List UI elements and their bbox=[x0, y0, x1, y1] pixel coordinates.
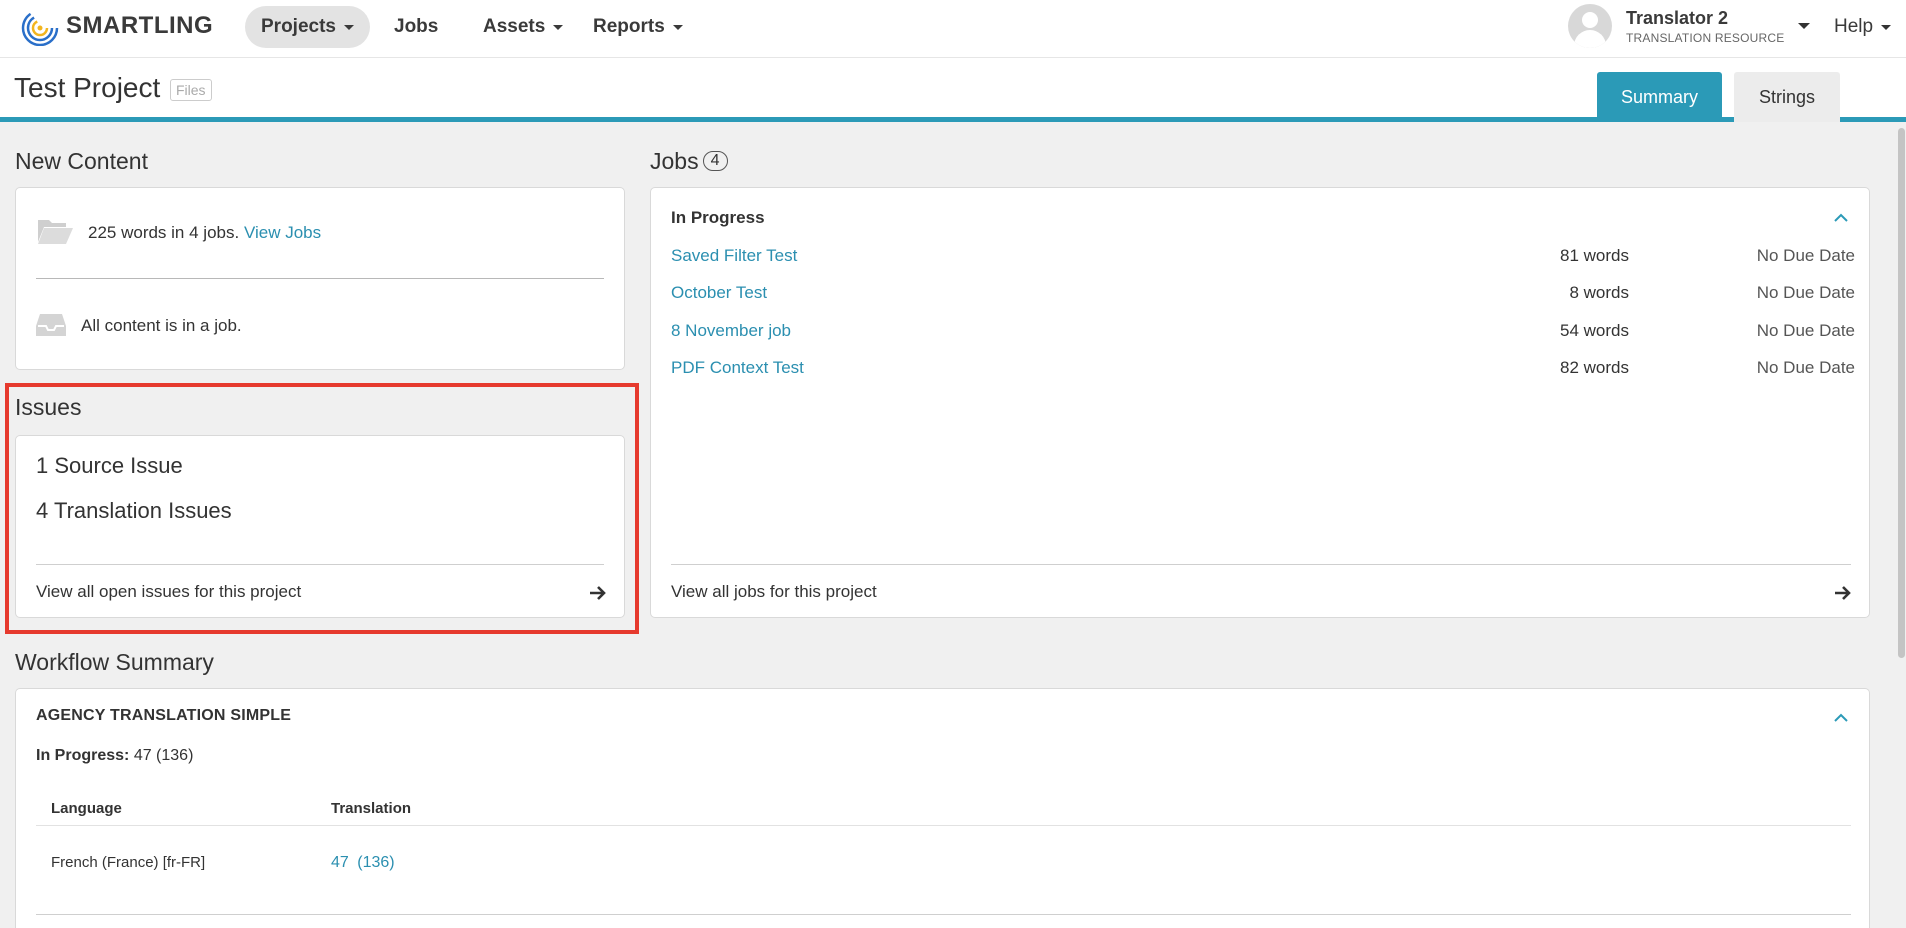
job-due-date: No Due Date bbox=[1756, 283, 1855, 302]
translation-issues-link[interactable]: 4 Translation Issues bbox=[36, 498, 232, 524]
job-row: PDF Context Test 82 words No Due Date bbox=[671, 354, 1855, 384]
workflow-in-progress: In Progress: 47 (136) bbox=[36, 747, 193, 765]
user-role: TRANSLATION RESOURCE bbox=[1626, 30, 1785, 45]
nav-help[interactable]: Help bbox=[1834, 6, 1892, 48]
job-due-date: No Due Date bbox=[1756, 321, 1855, 340]
divider bbox=[671, 564, 1851, 565]
jobs-card: In Progress Saved Filter Test 81 words N… bbox=[650, 187, 1870, 618]
job-row: October Test 8 words No Due Date bbox=[671, 279, 1855, 309]
page-title: Test Project bbox=[14, 72, 161, 103]
caret-down-icon bbox=[1881, 24, 1892, 30]
inbox-icon bbox=[36, 314, 66, 336]
job-word-count: 81 words bbox=[1560, 246, 1629, 265]
files-badge[interactable]: Files bbox=[170, 79, 212, 101]
jobs-title: Jobs 4 bbox=[650, 148, 728, 175]
job-word-count: 82 words bbox=[1560, 358, 1629, 377]
user-menu[interactable]: Translator 2 TRANSLATION RESOURCE bbox=[1568, 4, 1811, 48]
view-all-issues-link[interactable]: View all open issues for this project bbox=[36, 582, 301, 602]
source-issues-link[interactable]: 1 Source Issue bbox=[36, 453, 183, 479]
tab-strings[interactable]: Strings bbox=[1734, 72, 1840, 122]
smartling-logo-icon bbox=[21, 9, 59, 46]
words-summary: 225 words in 4 jobs. View Jobs bbox=[88, 223, 321, 243]
view-jobs-link[interactable]: View Jobs bbox=[244, 223, 321, 242]
divider bbox=[36, 278, 604, 279]
view-all-jobs-link[interactable]: View all jobs for this project bbox=[671, 582, 877, 602]
caret-down-icon bbox=[672, 24, 683, 30]
jobs-title-label: Jobs bbox=[650, 148, 699, 174]
job-word-count: 8 words bbox=[1569, 283, 1629, 302]
nav-reports[interactable]: Reports bbox=[593, 6, 683, 48]
in-progress-value: 47 (136) bbox=[133, 747, 194, 764]
user-name: Translator 2 bbox=[1626, 7, 1729, 28]
workflow-summary-title: Workflow Summary bbox=[15, 649, 214, 675]
scrollbar-thumb[interactable] bbox=[1898, 128, 1905, 658]
arrow-right-icon[interactable] bbox=[1834, 585, 1852, 601]
column-header-language: Language bbox=[51, 800, 122, 817]
workflow-name: AGENCY TRANSLATION SIMPLE bbox=[36, 707, 292, 724]
arrow-right-icon[interactable] bbox=[589, 585, 607, 601]
language-cell: French (France) [fr-FR] bbox=[51, 854, 206, 871]
folder-open-icon bbox=[38, 220, 73, 244]
in-progress-heading: In Progress bbox=[671, 208, 765, 227]
job-name-link[interactable]: 8 November job bbox=[671, 321, 791, 341]
job-word-count: 54 words bbox=[1560, 321, 1629, 340]
job-row: 8 November job 54 words No Due Date bbox=[671, 317, 1855, 347]
job-due-date: No Due Date bbox=[1756, 358, 1855, 377]
translation-total-link[interactable]: (136) bbox=[357, 854, 394, 871]
nav-assets[interactable]: Assets bbox=[483, 6, 564, 48]
workflow-card: AGENCY TRANSLATION SIMPLE In Progress: 4… bbox=[15, 688, 1870, 928]
tab-summary[interactable]: Summary bbox=[1597, 72, 1722, 122]
nav-jobs-label: Jobs bbox=[394, 16, 439, 37]
job-name-link[interactable]: October Test bbox=[671, 283, 767, 303]
nav-reports-label: Reports bbox=[593, 16, 665, 37]
nav-jobs[interactable]: Jobs bbox=[394, 6, 438, 48]
nav-help-label: Help bbox=[1834, 16, 1874, 37]
divider bbox=[36, 564, 604, 565]
issues-title: Issues bbox=[15, 394, 82, 420]
chevron-up-icon[interactable] bbox=[1834, 713, 1848, 723]
divider bbox=[36, 914, 1851, 915]
job-name-link[interactable]: PDF Context Test bbox=[671, 358, 804, 378]
nav-projects[interactable]: Projects bbox=[245, 6, 370, 48]
smartling-logo[interactable]: SMARTLING bbox=[20, 4, 213, 48]
new-content-card: 225 words in 4 jobs. View Jobs All conte… bbox=[15, 187, 625, 370]
nav-assets-label: Assets bbox=[483, 16, 546, 37]
table-header-divider bbox=[36, 825, 1851, 826]
caret-down-icon bbox=[343, 24, 354, 30]
chevron-up-icon[interactable] bbox=[1834, 213, 1848, 223]
translation-cell: 47 (136) bbox=[331, 854, 395, 872]
job-row: Saved Filter Test 81 words No Due Date bbox=[671, 242, 1855, 272]
page-scrollbar[interactable] bbox=[1895, 128, 1906, 928]
words-summary-text: 225 words in 4 jobs. bbox=[88, 223, 240, 242]
job-name-link[interactable]: Saved Filter Test bbox=[671, 246, 797, 266]
new-content-title: New Content bbox=[15, 148, 148, 174]
issues-card: 1 Source Issue 4 Translation Issues View… bbox=[15, 435, 625, 618]
column-header-translation: Translation bbox=[331, 800, 412, 817]
user-avatar-icon bbox=[1568, 4, 1612, 48]
brand-name: SMARTLING bbox=[66, 12, 214, 39]
in-progress-label: In Progress: bbox=[36, 747, 130, 764]
translation-count-link[interactable]: 47 bbox=[331, 854, 349, 871]
caret-down-icon bbox=[553, 24, 564, 30]
top-nav: SMARTLING Projects Jobs Assets Reports T… bbox=[0, 0, 1906, 58]
job-due-date: No Due Date bbox=[1756, 246, 1855, 265]
project-header: Test Project Files Summary Strings bbox=[0, 58, 1906, 122]
all-content-status: All content is in a job. bbox=[81, 316, 242, 335]
jobs-count-badge: 4 bbox=[702, 150, 728, 171]
caret-down-icon[interactable] bbox=[1798, 23, 1811, 29]
nav-projects-label: Projects bbox=[261, 16, 336, 37]
